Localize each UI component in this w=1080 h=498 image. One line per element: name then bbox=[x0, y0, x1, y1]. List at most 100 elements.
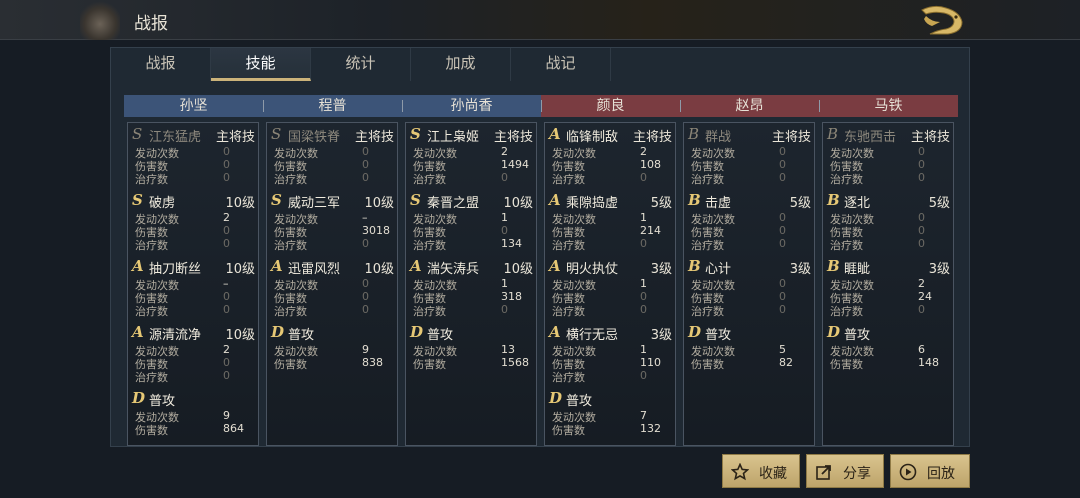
skill-grade: B bbox=[827, 125, 839, 143]
skill-header: D 普攻 bbox=[545, 389, 675, 409]
stat-label: 治疗数 bbox=[552, 173, 585, 186]
stat-label: 治疗数 bbox=[135, 371, 168, 384]
stat-row: 发动次数 9 bbox=[128, 409, 258, 424]
battle-report-panel: 战报 技能 统计 加成 战记 孙坚 程普 孙尚香 颜良 赵昂 马铁 S 江东猛虎 主将技 发动次数 0 伤害… bbox=[110, 47, 970, 447]
general-name: 孙尚香 bbox=[450, 98, 493, 114]
skill-header: S 破虏 10级 bbox=[128, 191, 258, 211]
stat-row: 发动次数 0 bbox=[267, 145, 397, 160]
stat-value: 1568 bbox=[501, 356, 529, 369]
stat-value: 1 bbox=[640, 343, 647, 356]
general-name: 颜良 bbox=[596, 98, 625, 114]
general-name-header: 孙尚香 bbox=[402, 95, 541, 117]
favorite-button[interactable]: 收藏 bbox=[722, 454, 800, 488]
stat-row: 发动次数 0 bbox=[823, 145, 953, 160]
general-skill-column: B 东驰西击 主将技 发动次数 0 伤害数 0 治疗数 0 B 逐北 5级 发动次数 0 伤害数 0 治疗数 0 B… bbox=[822, 122, 954, 446]
stat-row: 治疗数 0 bbox=[267, 171, 397, 186]
stat-value: 864 bbox=[223, 422, 244, 435]
skill-level: 10级 bbox=[225, 262, 255, 277]
stat-row: 发动次数 1 bbox=[545, 277, 675, 292]
stat-value: 134 bbox=[501, 237, 522, 250]
stat-row: 伤害数 3018 bbox=[267, 224, 397, 239]
general-name-header: 马铁 bbox=[819, 95, 958, 117]
stat-row: 治疗数 0 bbox=[823, 171, 953, 186]
skill-name: 逐北 bbox=[844, 196, 871, 211]
stat-label: 治疗数 bbox=[691, 239, 724, 252]
skill-name: 群战 bbox=[705, 130, 732, 145]
skill-name: 击虚 bbox=[705, 196, 732, 211]
stat-value: 0 bbox=[362, 303, 369, 316]
header-divider bbox=[541, 100, 542, 112]
stat-row: 发动次数 2 bbox=[545, 145, 675, 160]
stat-label: 治疗数 bbox=[552, 239, 585, 252]
skill-grade: D bbox=[688, 323, 702, 341]
stat-label: 治疗数 bbox=[691, 173, 724, 186]
skill-name: 普攻 bbox=[566, 394, 593, 409]
skill-header: A 迅雷风烈 10级 bbox=[267, 257, 397, 277]
skill-grade: S bbox=[271, 191, 282, 209]
stat-row: 发动次数 2 bbox=[128, 343, 258, 358]
stat-value: 0 bbox=[918, 145, 925, 158]
dragon-back-icon[interactable] bbox=[916, 2, 970, 38]
skill-level: 主将技 bbox=[215, 130, 255, 145]
stat-label: 伤害数 bbox=[691, 358, 724, 371]
stat-row: 发动次数 1 bbox=[406, 211, 536, 226]
tab-2[interactable]: 统计 bbox=[311, 48, 411, 81]
stat-value: 0 bbox=[501, 303, 508, 316]
top-bar: 战报 bbox=[0, 0, 1080, 40]
stat-row: 伤害数 0 bbox=[823, 158, 953, 173]
stat-value: 0 bbox=[223, 303, 230, 316]
stat-label: 治疗数 bbox=[552, 305, 585, 318]
stat-value: 0 bbox=[918, 158, 925, 171]
stat-row: 发动次数 5 bbox=[684, 343, 814, 358]
tab-4[interactable]: 战记 bbox=[511, 48, 611, 81]
skill-name: 横行无忌 bbox=[566, 328, 619, 343]
stat-row: 发动次数 7 bbox=[545, 409, 675, 424]
skill-name: 源清流净 bbox=[149, 328, 202, 343]
skill-grade: A bbox=[132, 257, 144, 275]
stat-row: 发动次数 1 bbox=[406, 277, 536, 292]
stat-value: 0 bbox=[501, 224, 508, 237]
skill-name: 江东猛虎 bbox=[149, 130, 202, 145]
stat-row: 发动次数 13 bbox=[406, 343, 536, 358]
stat-label: 治疗数 bbox=[135, 239, 168, 252]
tab-0[interactable]: 战报 bbox=[111, 48, 211, 81]
skill-level: 10级 bbox=[225, 196, 255, 211]
general-skill-column: A 临锋制敌 主将技 发动次数 2 伤害数 108 治疗数 0 A 乘隙捣虚 5级 发动次数 1 伤害数 21… bbox=[544, 122, 676, 446]
stat-value: – bbox=[362, 211, 368, 224]
stat-label: 治疗数 bbox=[552, 371, 585, 384]
stat-value: 0 bbox=[779, 277, 786, 290]
stat-label: 治疗数 bbox=[830, 173, 863, 186]
share-button[interactable]: 分享 bbox=[806, 454, 884, 488]
skill-name: 破虏 bbox=[149, 196, 176, 211]
stat-value: 6 bbox=[918, 343, 925, 356]
stat-row: 伤害数 1568 bbox=[406, 356, 536, 371]
stat-row: 治疗数 0 bbox=[684, 171, 814, 186]
stat-row: 发动次数 – bbox=[128, 277, 258, 292]
stat-row: 伤害数 0 bbox=[823, 224, 953, 239]
tab-3[interactable]: 加成 bbox=[411, 48, 511, 81]
skill-name: 湍矢涛兵 bbox=[427, 262, 480, 277]
tab-1[interactable]: 技能 bbox=[211, 48, 311, 81]
stat-row: 伤害数 108 bbox=[545, 158, 675, 173]
skill-name: 迅雷风烈 bbox=[288, 262, 341, 277]
stat-row: 伤害数 82 bbox=[684, 356, 814, 371]
skill-level: 3级 bbox=[789, 262, 811, 277]
button-label: 收藏 bbox=[759, 466, 787, 482]
skill-header: A 湍矢涛兵 10级 bbox=[406, 257, 536, 277]
replay-button[interactable]: 回放 bbox=[890, 454, 970, 488]
share-icon bbox=[815, 463, 833, 481]
stat-value: 0 bbox=[362, 290, 369, 303]
stat-value: 1 bbox=[640, 277, 647, 290]
stat-row: 发动次数 – bbox=[267, 211, 397, 226]
skill-grade: S bbox=[410, 125, 421, 143]
stat-row: 伤害数 864 bbox=[128, 422, 258, 437]
stat-value: 0 bbox=[640, 303, 647, 316]
general-name: 程普 bbox=[318, 98, 347, 114]
skill-level: 5级 bbox=[928, 196, 950, 211]
stat-row: 伤害数 0 bbox=[267, 290, 397, 305]
stat-row: 发动次数 2 bbox=[823, 277, 953, 292]
skill-level: 5级 bbox=[650, 196, 672, 211]
stat-value: 2 bbox=[918, 277, 925, 290]
stat-row: 治疗数 0 bbox=[267, 303, 397, 318]
skill-level: 主将技 bbox=[910, 130, 950, 145]
